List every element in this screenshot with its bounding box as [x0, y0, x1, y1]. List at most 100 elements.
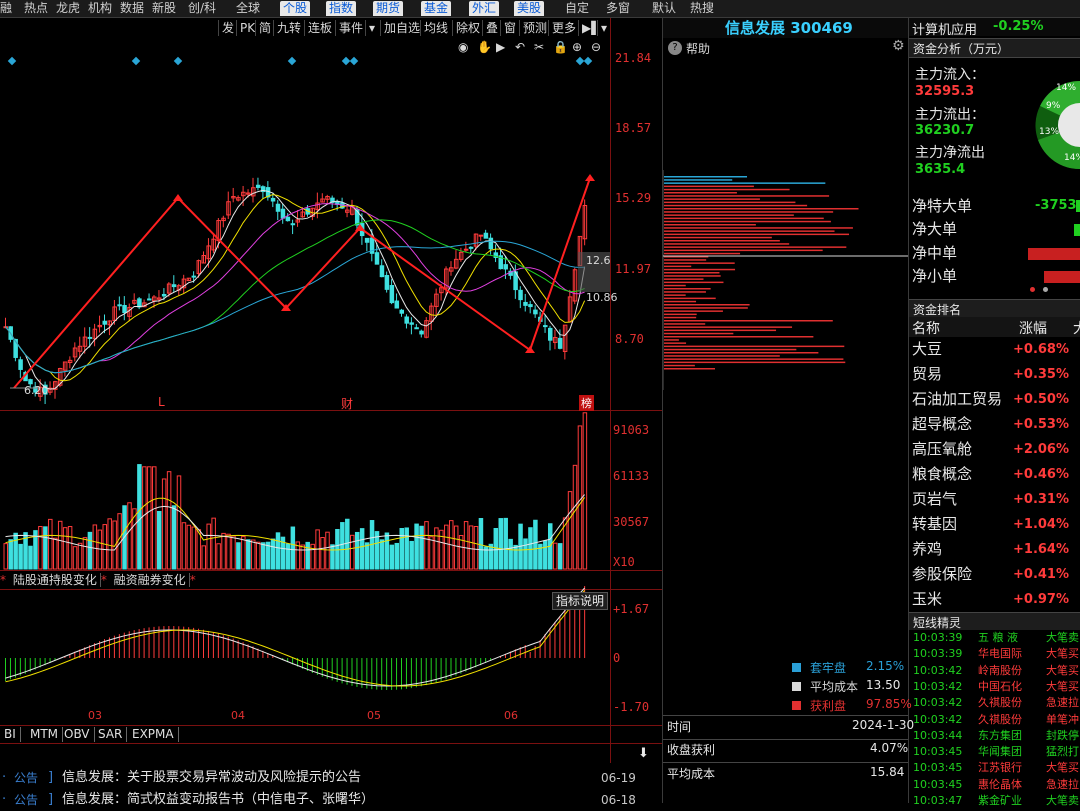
page-dot[interactable]: [1043, 287, 1048, 292]
nav-item[interactable]: 龙虎: [56, 1, 80, 16]
volume-bar[interactable]: [3, 543, 8, 570]
toolbar-button[interactable]: 均线: [420, 20, 451, 36]
toolbar-button[interactable]: 事件: [335, 20, 366, 36]
volume-bar[interactable]: [305, 541, 310, 570]
volume-bar[interactable]: [191, 526, 197, 570]
volume-bar[interactable]: [186, 524, 192, 570]
nav-item[interactable]: 融: [0, 1, 12, 16]
candle-body[interactable]: [379, 265, 385, 278]
toolbar-button[interactable]: 加自选: [380, 20, 423, 36]
volume-bar[interactable]: [498, 518, 503, 570]
news-title[interactable]: 信息发展：简式权益变动报告书（中信电子、张曙华）: [62, 789, 374, 811]
short-line-stock[interactable]: 江苏银行: [978, 760, 1022, 776]
candle-body[interactable]: [404, 316, 409, 324]
candle-body[interactable]: [518, 289, 523, 301]
volume-bar[interactable]: [231, 535, 236, 570]
candle-body[interactable]: [290, 223, 296, 226]
volume-bar[interactable]: [409, 540, 414, 570]
short-line-stock[interactable]: 惠伦晶体: [978, 777, 1022, 793]
short-line-stock[interactable]: 岭南股份: [978, 663, 1022, 679]
short-line-stock[interactable]: 五 粮 液: [978, 630, 1018, 646]
toolbar-button[interactable]: 叠: [482, 20, 501, 36]
volume-bar[interactable]: [379, 539, 385, 570]
volume-bar[interactable]: [48, 518, 53, 570]
indicator-tab[interactable]: SAR: [94, 727, 128, 742]
volume-bar[interactable]: [453, 525, 459, 570]
candle-body[interactable]: [419, 330, 424, 335]
volume-bar[interactable]: [221, 532, 226, 570]
indicator-tab[interactable]: OBV: [60, 727, 95, 742]
volume-bar[interactable]: [43, 526, 48, 570]
nav-item[interactable]: 多窗: [606, 1, 630, 16]
volume-bar[interactable]: [236, 542, 241, 570]
toolbar-button[interactable]: 更多: [548, 20, 579, 36]
candle-body[interactable]: [285, 216, 291, 222]
candle-body[interactable]: [389, 285, 395, 304]
help-icon[interactable]: ?: [668, 41, 682, 55]
short-line-stock[interactable]: 久祺股份: [978, 712, 1022, 728]
ranking-item-name[interactable]: 超导概念: [912, 412, 972, 437]
volume-bar[interactable]: [354, 531, 360, 570]
volume-bar[interactable]: [211, 517, 216, 570]
volume-bar[interactable]: [260, 542, 266, 570]
volume-bar[interactable]: [142, 466, 147, 570]
event-diamond-icon[interactable]: [7, 56, 17, 66]
volume-bar[interactable]: [156, 510, 162, 570]
volume-bar[interactable]: [404, 527, 409, 570]
candle-body[interactable]: [87, 336, 93, 339]
volume-bar[interactable]: [364, 542, 370, 570]
volume-bar[interactable]: [384, 532, 390, 570]
candle-body[interactable]: [503, 264, 508, 270]
nav-item[interactable]: 默认: [652, 1, 676, 16]
ranking-item-name[interactable]: 大豆: [912, 337, 942, 362]
event-diamond-icon[interactable]: [349, 56, 359, 66]
short-line-stock[interactable]: 东方集团: [978, 728, 1022, 744]
nav-item[interactable]: 创/科: [188, 1, 216, 16]
volume-bar[interactable]: [543, 540, 548, 570]
volume-bar[interactable]: [320, 537, 325, 570]
volume-bar[interactable]: [528, 527, 533, 570]
stock-kline-chart[interactable]: [0, 38, 610, 743]
volume-bar[interactable]: [493, 528, 499, 570]
short-line-stock[interactable]: 紫金矿业: [978, 793, 1022, 809]
volume-bar[interactable]: [503, 517, 508, 570]
candle-body[interactable]: [548, 327, 553, 341]
volume-bar[interactable]: [152, 466, 157, 570]
volume-bar[interactable]: [102, 524, 107, 570]
event-diamond-icon[interactable]: [575, 56, 585, 66]
candle-body[interactable]: [523, 301, 528, 306]
candle-body[interactable]: [468, 246, 474, 249]
volume-bar[interactable]: [38, 525, 43, 570]
candle-body[interactable]: [18, 359, 23, 370]
ranking-item-name[interactable]: 转基因: [912, 512, 957, 537]
short-line-stock[interactable]: 华闻集团: [978, 744, 1022, 760]
candle-body[interactable]: [270, 197, 276, 202]
nav-item[interactable]: 自定: [565, 1, 589, 16]
nav-item[interactable]: 机构: [88, 1, 112, 16]
candle-body[interactable]: [414, 327, 419, 330]
nav-item[interactable]: 全球: [236, 1, 260, 16]
ranking-item-name[interactable]: 石油加工贸易: [912, 387, 1002, 412]
candle-body[interactable]: [557, 337, 563, 349]
volume-bar[interactable]: [251, 539, 256, 570]
nav-item[interactable]: 外汇: [469, 1, 500, 16]
toolbar-button[interactable]: 九转: [273, 20, 304, 36]
volume-bar[interactable]: [57, 520, 63, 570]
candle-body[interactable]: [171, 284, 177, 288]
volume-bar[interactable]: [572, 464, 578, 570]
volume-bar[interactable]: [325, 531, 330, 570]
short-line-stock[interactable]: 中国石化: [978, 679, 1022, 695]
volume-bar[interactable]: [394, 542, 400, 570]
col-change[interactable]: 涨幅: [1019, 318, 1047, 338]
candle-body[interactable]: [137, 298, 142, 308]
candle-body[interactable]: [122, 305, 127, 314]
volume-bar[interactable]: [216, 543, 221, 570]
volume-bar[interactable]: [345, 518, 350, 570]
toolbar-button[interactable]: 发: [218, 20, 237, 36]
volume-bar[interactable]: [166, 471, 172, 570]
tab-margin-trading[interactable]: 融资融券变化: [110, 573, 190, 587]
col-name[interactable]: 名称: [912, 318, 940, 338]
toolbar-button[interactable]: 窗: [500, 20, 519, 36]
candle-body[interactable]: [394, 300, 400, 309]
volume-bar[interactable]: [488, 543, 494, 570]
